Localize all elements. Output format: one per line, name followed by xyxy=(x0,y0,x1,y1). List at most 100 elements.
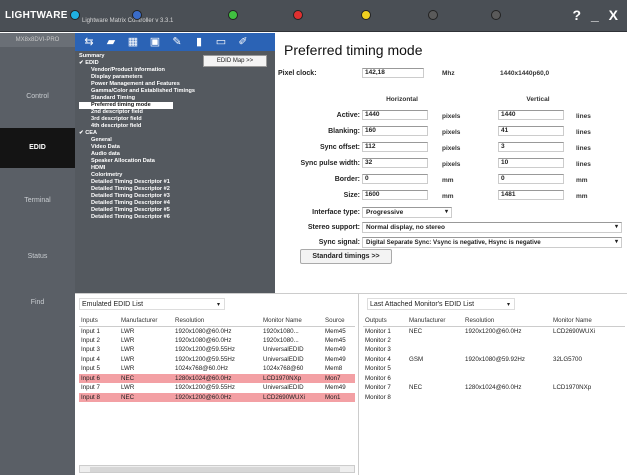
tree-item[interactable]: Preferred timing mode xyxy=(79,102,173,109)
horizontal-value-field[interactable]: 160 xyxy=(362,126,428,136)
column-header[interactable]: Resolution xyxy=(463,316,551,327)
column-header[interactable]: Source xyxy=(323,316,355,327)
sidebar-item-control[interactable]: Control xyxy=(0,77,75,117)
table-row[interactable]: Input 8 NEC 1920x1200@60.0Hz LCD2690WUXi Mon… xyxy=(79,392,355,402)
window-controls[interactable]: ? _ X xyxy=(573,7,621,23)
table-row[interactable]: Monitor 4 GSM 1920x1080@59.92Hz 32LG5700 xyxy=(363,355,625,365)
tree-item[interactable]: Gamma/Color and Established Timings xyxy=(79,88,273,95)
horizontal-value-field[interactable]: 1440 xyxy=(362,110,428,120)
tree-item[interactable]: Standard Timing xyxy=(79,95,273,102)
monitor-icon[interactable]: ▭ xyxy=(215,36,227,48)
table-cell: 1920x1080@60.0Hz xyxy=(175,336,232,344)
tree-item[interactable]: 2nd descriptor field xyxy=(79,109,273,116)
vertical-value-field[interactable]: 1481 xyxy=(498,190,564,200)
table-cell xyxy=(463,393,551,403)
sidebar-item-find[interactable]: Find xyxy=(0,283,75,323)
scrollbar-thumb[interactable] xyxy=(90,467,340,472)
column-header[interactable]: Outputs xyxy=(363,316,407,327)
status-led-icon xyxy=(491,10,501,20)
emulated-edid-select[interactable]: Emulated EDID List ▾ xyxy=(79,298,225,310)
sidebar-item-terminal[interactable]: Terminal xyxy=(0,181,75,221)
table-cell: 1920x1080... xyxy=(263,336,299,344)
table-row[interactable]: Monitor 1 NEC 1920x1200@60.0Hz LCD2690WUXi xyxy=(363,326,625,336)
tree-item[interactable]: Audio data xyxy=(79,151,273,158)
tree-item[interactable]: Display parameters xyxy=(79,74,273,81)
matrix-icon[interactable]: ⇆ xyxy=(83,36,95,48)
pixel-clock-field[interactable]: 142,18 xyxy=(362,68,424,78)
standard-timings-button[interactable]: Standard timings >> xyxy=(300,249,392,264)
table-row[interactable]: Monitor 8 xyxy=(363,393,625,403)
vertical-value-field[interactable]: 41 xyxy=(498,126,564,136)
table-row[interactable]: Monitor 5 xyxy=(363,364,625,374)
horizontal-value-field[interactable]: 1600 xyxy=(362,190,428,200)
vertical-value-field[interactable]: 1440 xyxy=(498,110,564,120)
vertical-value-field[interactable]: 0 xyxy=(498,174,564,184)
tree-item[interactable]: Detailed Timing Descriptor #6 xyxy=(79,214,273,221)
table-row[interactable]: Input 3 LWR 1920x1200@59.55Hz UniversalEDID… xyxy=(79,345,355,355)
tree-item[interactable]: ✔ CEA xyxy=(79,130,273,137)
tree-item[interactable]: 3rd descriptor field xyxy=(79,116,273,123)
column-header[interactable]: Inputs xyxy=(79,316,119,327)
sidebar-item-status[interactable]: Status xyxy=(0,237,75,277)
tree-item[interactable]: Speaker Allocation Data xyxy=(79,158,273,165)
app-logo: LIGHTWARE xyxy=(5,10,68,21)
tree-item[interactable]: Power Management and Features xyxy=(79,81,273,88)
tree-item[interactable]: Video Data xyxy=(79,144,273,151)
column-header[interactable]: Manufacturer xyxy=(407,316,463,327)
table-row[interactable]: Input 5 LWR 1024x768@60.0Hz 1024x768@60 Mem8 xyxy=(79,364,355,374)
device-icon[interactable]: ▮ xyxy=(193,36,205,48)
table-row[interactable]: Input 7 LWR 1920x1200@59.55Hz UniversalEDID… xyxy=(79,383,355,393)
table-row[interactable]: Monitor 2 xyxy=(363,336,625,346)
interface-type-select[interactable]: Progressive ▾ xyxy=(362,207,452,218)
edit-icon[interactable]: ✎ xyxy=(171,36,183,48)
tree-item[interactable]: ✔ EDID xyxy=(79,60,273,67)
open-folder-icon[interactable]: ▰ xyxy=(105,36,117,48)
table-cell: Input 6 xyxy=(79,373,119,383)
horizontal-value-field[interactable]: 32 xyxy=(362,158,428,168)
table-cell xyxy=(463,336,551,346)
horizontal-value-field[interactable]: 0 xyxy=(362,174,428,184)
tree-item[interactable]: Detailed Timing Descriptor #1 xyxy=(79,179,273,186)
tree-item[interactable]: HDMI xyxy=(79,165,273,172)
column-header[interactable]: Monitor Name xyxy=(551,316,625,327)
horizontal-value-field[interactable]: 112 xyxy=(362,142,428,152)
tree-item[interactable]: 4th descriptor field xyxy=(79,123,273,130)
column-header[interactable]: Manufacturer xyxy=(119,316,173,327)
column-header[interactable]: Monitor Name xyxy=(261,316,323,327)
attached-edid-select[interactable]: Last Attached Monitor's EDID List ▾ xyxy=(367,298,515,310)
table-row[interactable]: Monitor 6 xyxy=(363,374,625,384)
timing-row-label: Blanking: xyxy=(328,128,360,135)
table-row[interactable]: Input 1 LWR 1920x1080@60.0Hz 1920x1080... Me… xyxy=(79,326,355,336)
table-row[interactable]: Input 6 NEC 1280x1024@60.0Hz LCD1970NXp Mon7 xyxy=(79,373,355,383)
table-cell: GSM xyxy=(409,355,424,363)
tree-item[interactable]: Summary xyxy=(79,53,273,60)
table-row[interactable]: Input 4 LWR 1920x1200@59.55Hz UniversalEDID… xyxy=(79,355,355,365)
stereo-support-select[interactable]: Normal display, no stereo ▾ xyxy=(362,222,622,233)
table-cell: Input 2 xyxy=(81,336,100,344)
tree-item[interactable]: Vendor/Product information xyxy=(79,67,273,74)
vertical-value-field[interactable]: 3 xyxy=(498,142,564,152)
save-icon[interactable]: ▣ xyxy=(149,36,161,48)
table-cell: Input 8 xyxy=(79,392,119,402)
tree-item[interactable]: Detailed Timing Descriptor #3 xyxy=(79,193,273,200)
table-cell: Monitor 8 xyxy=(365,393,391,401)
detail-panel: Preferred timing mode Pixel clock: 142,1… xyxy=(276,33,627,293)
vertical-value-field[interactable]: 10 xyxy=(498,158,564,168)
table-row[interactable]: Monitor 7 NEC 1280x1024@60.0Hz LCD1970NXp xyxy=(363,383,625,393)
column-header[interactable]: Resolution xyxy=(173,316,261,327)
table-row[interactable]: Input 2 LWR 1920x1080@60.0Hz 1920x1080... Me… xyxy=(79,336,355,346)
tree-item[interactable]: Detailed Timing Descriptor #2 xyxy=(79,186,273,193)
tree-item[interactable]: Detailed Timing Descriptor #5 xyxy=(79,207,273,214)
device-name: MX8x8DVI-PRO xyxy=(0,33,75,47)
status-led-icon xyxy=(361,10,371,20)
tree-item[interactable]: General xyxy=(79,137,273,144)
table-row[interactable]: Monitor 3 xyxy=(363,345,625,355)
sync-signal-select[interactable]: Digital Separate Sync: Vsync is negative… xyxy=(362,237,622,248)
table-cell: Mem45 xyxy=(325,327,346,335)
tree-item[interactable]: Detailed Timing Descriptor #4 xyxy=(79,200,273,207)
horizontal-scrollbar[interactable] xyxy=(79,465,355,473)
sidebar-item-edid[interactable]: EDID xyxy=(0,128,75,168)
tree-item[interactable]: Colorimetry xyxy=(79,172,273,179)
pen-icon[interactable]: ✐ xyxy=(237,36,249,48)
grid-icon[interactable]: ▦ xyxy=(127,36,139,48)
